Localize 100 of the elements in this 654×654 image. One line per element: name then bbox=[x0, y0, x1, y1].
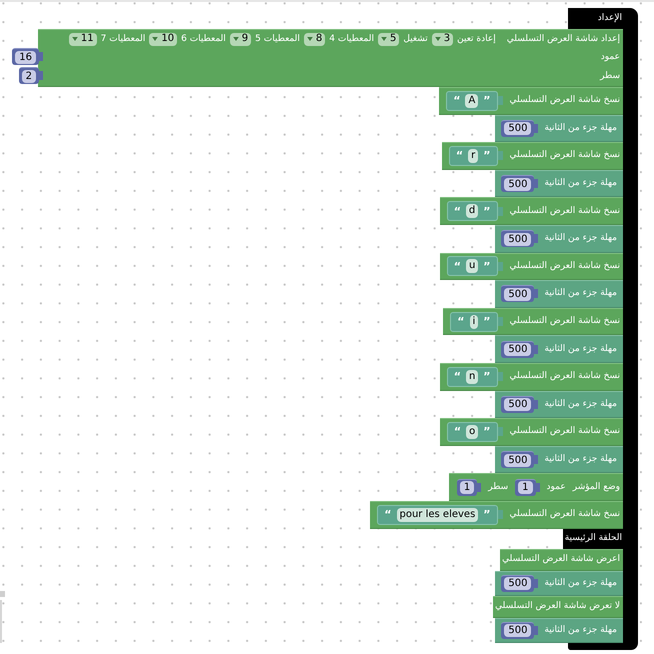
number-block[interactable]: 500 bbox=[501, 285, 534, 302]
puzzle-connector bbox=[39, 52, 43, 61]
block-label: مهلة جزء من الثانية bbox=[544, 179, 617, 188]
text-block[interactable]: “ n ” bbox=[446, 366, 498, 387]
number-field[interactable]: 500 bbox=[504, 178, 532, 191]
pin-label: المعطيات 4 bbox=[329, 34, 374, 44]
block-label: إعداد شاشة العرض التسلسلي bbox=[506, 34, 620, 44]
number-field[interactable]: 2 bbox=[22, 70, 36, 82]
puzzle-connector bbox=[498, 427, 503, 436]
pin-label: إعادة تعين bbox=[457, 34, 496, 44]
input-label: سطر bbox=[488, 482, 508, 492]
block-label: مهلة جزء من الثانية bbox=[544, 455, 617, 464]
number-field[interactable]: 500 bbox=[504, 343, 532, 356]
number-field[interactable]: 500 bbox=[504, 122, 532, 136]
quote-mark: “ bbox=[454, 426, 462, 438]
text-field[interactable]: r bbox=[468, 148, 478, 163]
puzzle-connector bbox=[498, 151, 503, 160]
quote-mark: ” bbox=[483, 426, 491, 438]
number-block[interactable]: 500 bbox=[501, 622, 534, 638]
block-label: نسخ شاشة العرض التسلسلي bbox=[510, 427, 620, 436]
block-label: مهلة جزء من الثانية bbox=[544, 578, 617, 588]
dropdown-arrow-icon bbox=[380, 37, 387, 41]
number-field[interactable]: 500 bbox=[504, 288, 532, 301]
scrollbar[interactable] bbox=[0, 591, 5, 643]
puzzle-connector bbox=[534, 344, 538, 354]
number-field[interactable]: 500 bbox=[504, 624, 532, 637]
quote-mark: “ bbox=[454, 371, 461, 382]
block-label: نسخ شاشة العرض التسلسلي bbox=[510, 262, 620, 271]
text-field[interactable]: i bbox=[470, 314, 478, 329]
text-field[interactable]: d bbox=[466, 204, 478, 218]
block-label: وضع المؤشر bbox=[572, 482, 620, 492]
number-field[interactable]: 500 bbox=[504, 232, 532, 246]
number-block[interactable]: 500 bbox=[501, 230, 534, 248]
number-field[interactable]: 1 bbox=[460, 481, 474, 494]
dropdown-arrow-icon bbox=[72, 37, 78, 41]
block-label: اعرض شاشة العرض التسلسلي bbox=[502, 555, 620, 564]
puzzle-connector bbox=[498, 372, 503, 382]
dropdown-arrow-icon bbox=[306, 37, 313, 41]
quote-mark: ” bbox=[483, 206, 491, 217]
dropdown-arrow-icon bbox=[434, 37, 441, 41]
dropdown-arrow-icon bbox=[232, 37, 239, 41]
text-field[interactable]: pour les eleves bbox=[396, 508, 478, 522]
block-label: نسخ شاشة العرض التسلسلي bbox=[510, 206, 620, 216]
pin-dropdown[interactable]: 9 bbox=[230, 32, 252, 46]
puzzle-connector bbox=[498, 96, 503, 106]
puzzle-connector bbox=[39, 71, 43, 80]
pin-dropdown[interactable]: 5 bbox=[378, 32, 400, 46]
pin-label: المعطيات 7 bbox=[100, 34, 146, 44]
number-block[interactable]: 500 bbox=[501, 574, 534, 592]
puzzle-connector bbox=[477, 482, 482, 492]
number-field[interactable]: 16 bbox=[15, 50, 36, 64]
number-field[interactable]: 500 bbox=[504, 454, 532, 467]
puzzle-connector bbox=[534, 234, 538, 244]
pin-dropdown[interactable]: 10 bbox=[149, 32, 178, 46]
number-block[interactable]: 2 bbox=[18, 67, 39, 84]
puzzle-connector bbox=[498, 206, 503, 216]
number-block[interactable]: 500 bbox=[501, 340, 534, 358]
number-field[interactable]: 1 bbox=[518, 481, 533, 494]
number-field[interactable]: 500 bbox=[504, 577, 532, 590]
text-field[interactable]: A bbox=[465, 94, 478, 108]
puzzle-connector bbox=[536, 482, 540, 492]
pin-dropdown[interactable]: 8 bbox=[304, 32, 326, 46]
number-field[interactable]: 500 bbox=[504, 398, 532, 412]
text-field[interactable]: n bbox=[466, 370, 478, 384]
text-block[interactable]: “ u ” bbox=[446, 256, 498, 276]
pin-label: المعطيات 5 bbox=[255, 34, 300, 44]
pin-label: المعطيات 6 bbox=[181, 34, 226, 44]
block-label: مهلة جزء من الثانية bbox=[544, 626, 617, 634]
pin-dropdown[interactable]: 11 bbox=[68, 32, 97, 46]
number-block[interactable]: 500 bbox=[501, 120, 534, 137]
block-label: مهلة جزء من الثانية bbox=[544, 400, 617, 409]
quote-mark: “ bbox=[384, 509, 392, 520]
text-block[interactable]: “ A ” bbox=[446, 90, 498, 111]
puzzle-connector bbox=[534, 400, 538, 409]
block-label: مهلة جزء من الثانية bbox=[544, 289, 617, 298]
text-block[interactable]: “ o ” bbox=[446, 422, 498, 442]
setup-header: الإعداد bbox=[568, 8, 638, 29]
block-label: نسخ شاشة العرض التسلسلي bbox=[510, 372, 620, 382]
block-label: مهلة جزء من الثانية bbox=[544, 234, 617, 244]
text-field[interactable]: u bbox=[466, 259, 478, 274]
puzzle-connector bbox=[534, 578, 538, 588]
number-block[interactable]: 1 bbox=[456, 478, 478, 496]
text-block[interactable]: “ i ” bbox=[450, 312, 498, 332]
number-block[interactable]: 500 bbox=[501, 451, 534, 468]
puzzle-connector bbox=[534, 179, 538, 188]
text-block[interactable]: “ r ” bbox=[448, 146, 498, 166]
number-block[interactable]: 500 bbox=[501, 175, 534, 192]
loop-header: الحلقة الرئيسية bbox=[562, 528, 638, 548]
text-block[interactable]: “ pour les eleves ” bbox=[377, 504, 498, 525]
text-block[interactable]: “ d ” bbox=[446, 201, 498, 222]
number-block[interactable]: 500 bbox=[501, 396, 534, 413]
pin-dropdown[interactable]: 3 bbox=[432, 32, 454, 46]
input-label: عمود bbox=[546, 482, 566, 492]
puzzle-connector bbox=[534, 124, 538, 133]
number-block[interactable]: 1 bbox=[515, 478, 536, 496]
number-block[interactable]: 16 bbox=[12, 48, 39, 65]
quote-mark: ” bbox=[483, 509, 491, 520]
block-label: نسخ شاشة العرض التسلسلي bbox=[510, 96, 620, 106]
puzzle-connector bbox=[498, 317, 503, 326]
text-field[interactable]: o bbox=[466, 424, 478, 439]
